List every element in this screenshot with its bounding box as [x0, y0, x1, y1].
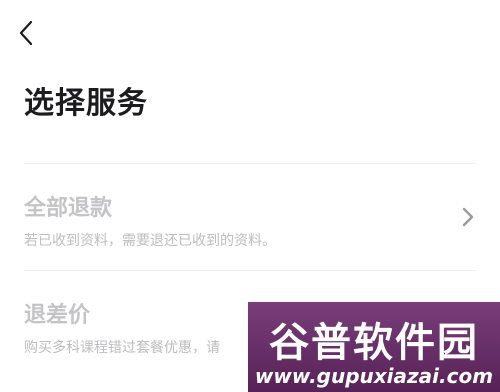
- watermark-logo: 谷普软件园 www.gupuxiazai.com: [248, 302, 500, 392]
- option-title: 全部退款: [24, 196, 113, 221]
- option-full-refund[interactable]: 全部退款 若已收到资料，需要退还已收到的资料。: [0, 164, 500, 270]
- screen: 选择服务 全部退款 若已收到资料，需要退还已收到的资料。 退差价 购买多科课程错…: [0, 0, 500, 392]
- option-description: 购买多科课程错过套餐优惠，请: [24, 340, 220, 356]
- chevron-left-icon: [18, 20, 34, 46]
- page-title: 选择服务: [24, 86, 148, 121]
- back-button[interactable]: [12, 18, 40, 48]
- chevron-right-icon: [460, 206, 476, 228]
- option-title: 退差价: [24, 303, 91, 328]
- watermark-brand: 谷普软件园: [269, 320, 479, 366]
- watermark-url: www.gupuxiazai.com: [254, 364, 494, 388]
- option-description: 若已收到资料，需要退还已收到的资料。: [24, 233, 276, 249]
